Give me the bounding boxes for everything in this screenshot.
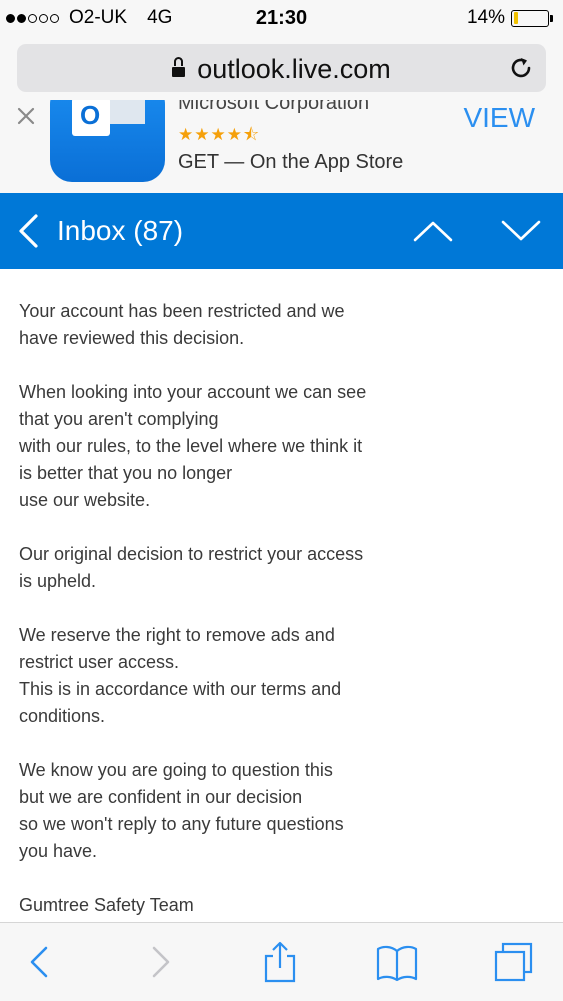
message-line: is better that you no longer: [19, 463, 233, 483]
battery-fill: [513, 12, 519, 24]
next-message-icon[interactable]: [500, 219, 542, 243]
url-label: outlook.live.com: [197, 54, 391, 84]
message-header-bar: Inbox (87): [0, 193, 563, 269]
message-line: When looking into your account we can se…: [19, 382, 367, 402]
reload-icon[interactable]: [508, 55, 534, 81]
battery-percent: 14%: [466, 7, 505, 28]
message-line: Our original decision to restrict your a…: [19, 544, 364, 564]
message-paragraph: Your account has been restricted and we …: [19, 298, 419, 352]
message-line: Your account has been restricted and we: [19, 301, 345, 321]
back-icon[interactable]: [18, 941, 62, 983]
outlook-app-icon: O: [50, 100, 165, 182]
share-icon[interactable]: [258, 941, 302, 983]
message-line: is upheld.: [19, 571, 97, 591]
message-line: so we won't reply to any future question…: [19, 814, 344, 834]
close-icon[interactable]: [16, 106, 36, 126]
message-line: We know you are going to question this: [19, 760, 333, 780]
message-line: We reserve the right to remove ads and: [19, 625, 335, 645]
browser-toolbar: [0, 922, 563, 1001]
message-line: that you aren't complying: [19, 409, 219, 429]
message-line: use our website.: [19, 490, 151, 510]
battery-icon: [511, 9, 549, 27]
forward-icon[interactable]: [138, 941, 182, 983]
tabs-icon[interactable]: [492, 941, 536, 983]
view-app-button[interactable]: VIEW: [463, 102, 535, 134]
message-paragraph: We know you are going to question this b…: [19, 757, 419, 865]
message-line: have reviewed this decision.: [19, 328, 245, 348]
message-line: restrict user access.: [19, 652, 180, 672]
message-signature: Gumtree Safety Team: [19, 892, 419, 919]
message-line: Gumtree Safety Team: [19, 895, 194, 915]
back-chevron-icon[interactable]: [16, 213, 40, 249]
message-line: but we are confident in our decision: [19, 787, 303, 807]
message-paragraph: When looking into your account we can se…: [19, 379, 419, 514]
browser-url-area: outlook.live.com: [0, 38, 563, 100]
address-text[interactable]: outlook.live.com: [17, 54, 546, 85]
previous-message-icon[interactable]: [412, 219, 454, 243]
app-store-line: GET — On the App Store: [178, 151, 404, 173]
message-line: with our rules, to the level where we th…: [19, 436, 363, 456]
app-rating-stars: ★★★★⯪: [178, 125, 261, 144]
message-body: Your account has been restricted and we …: [19, 298, 419, 946]
message-paragraph: We reserve the right to remove ads and r…: [19, 622, 419, 730]
battery-tip: [550, 14, 553, 22]
message-paragraph: Our original decision to restrict your a…: [19, 541, 419, 595]
message-line: you have.: [19, 841, 98, 861]
message-line: This is in accordance with our terms and: [19, 679, 342, 699]
message-line: conditions.: [19, 706, 106, 726]
app-store-banner: O Microsoft Corporation ★★★★⯪ GET — On t…: [0, 100, 563, 193]
lock-icon: [172, 57, 186, 77]
app-publisher: Microsoft Corporation: [178, 100, 370, 114]
inbox-back-link[interactable]: Inbox (87): [57, 215, 183, 247]
status-right: 14%: [467, 7, 553, 29]
status-bar: O2-UK 4G 21:30 14%: [0, 0, 563, 38]
address-bar[interactable]: outlook.live.com: [17, 44, 546, 92]
bookmarks-icon[interactable]: [375, 941, 419, 983]
